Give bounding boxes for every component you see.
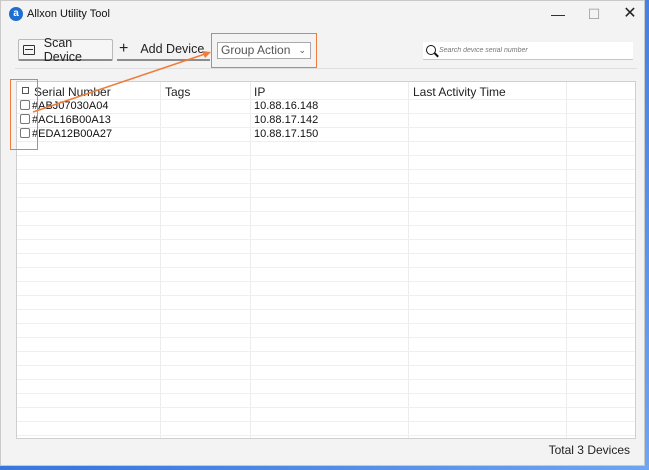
group-action-highlight	[211, 33, 317, 68]
ip-cell: 10.88.16.148	[254, 100, 319, 112]
column-header-ip[interactable]: IP	[254, 85, 265, 99]
table-row[interactable]: #ABJ07030A04 10.88.16.148	[17, 99, 635, 113]
maximize-button[interactable]: ☐	[576, 1, 612, 29]
scan-device-button[interactable]: Scan Device	[18, 35, 113, 64]
scan-device-label: Scan Device	[43, 35, 82, 64]
column-header-last-activity[interactable]: Last Activity Time	[413, 85, 506, 99]
checkbox-column-highlight	[10, 79, 38, 150]
serial-cell: #EDA12B00A27	[32, 128, 113, 140]
plus-icon: +	[119, 40, 129, 57]
window-title: Allxon Utility Tool	[27, 8, 110, 20]
scanner-icon	[23, 44, 35, 55]
title-bar: a Allxon Utility Tool — ☐ ✕	[1, 1, 644, 29]
app-window: a Allxon Utility Tool — ☐ ✕ Scan Device …	[0, 0, 645, 466]
column-header-serial[interactable]: Serial Number	[34, 85, 111, 99]
add-device-button[interactable]: + Add Device	[117, 39, 210, 61]
ip-cell: 10.88.17.150	[254, 128, 319, 140]
allxon-logo-icon: a	[9, 7, 23, 21]
serial-cell: #ACL16B00A13	[32, 114, 111, 126]
column-header-tags[interactable]: Tags	[165, 85, 190, 99]
table-row[interactable]: #ACL16B00A13 10.88.17.142	[17, 113, 635, 127]
toolbar-divider	[15, 68, 637, 69]
ip-cell: 10.88.17.142	[254, 114, 319, 126]
minimize-button[interactable]: —	[540, 1, 576, 29]
device-count-label: Total 3 Devices	[548, 443, 630, 457]
serial-cell: #ABJ07030A04	[32, 100, 109, 112]
close-button[interactable]: ✕	[612, 1, 648, 29]
device-table: Serial Number Tags IP Last Activity Time…	[16, 81, 636, 439]
table-row[interactable]: #EDA12B00A27 10.88.17.150	[17, 127, 635, 141]
search-input[interactable]	[439, 44, 627, 57]
add-device-label: Add Device	[140, 42, 205, 56]
search-box[interactable]	[423, 42, 633, 60]
search-icon	[426, 45, 436, 55]
